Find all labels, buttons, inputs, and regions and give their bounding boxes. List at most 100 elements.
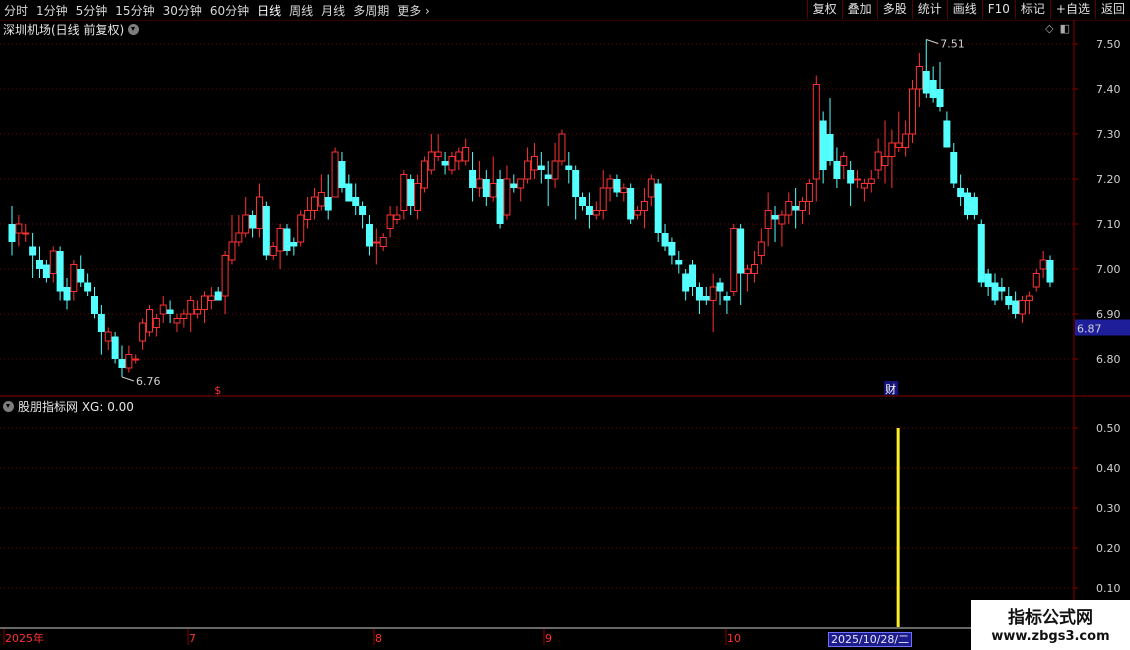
candle-body [764, 210, 772, 229]
candle-body [579, 197, 587, 206]
candle-body [964, 192, 972, 215]
candle-body [1019, 300, 1027, 315]
date-axis-label: 7 [189, 632, 196, 645]
candle-body [159, 304, 167, 315]
selected-date-label: 2025/10/28/二 [828, 632, 913, 647]
candle-body [902, 133, 910, 148]
candle-body [785, 201, 793, 216]
event-marker-finance: 财 [885, 382, 896, 396]
high-marker-line [926, 39, 939, 44]
candle-body [262, 206, 270, 256]
candle-body [352, 197, 360, 206]
candle-body [372, 241, 380, 244]
candle-body [613, 179, 621, 193]
candle-body [400, 174, 408, 211]
indicator-y-label: 0.10 [1096, 582, 1121, 595]
candle-body [647, 178, 655, 198]
candle-body [634, 210, 642, 216]
chart-canvas[interactable]: 7.50 7.40 7.30 7.20 7.10 7.00 6.90 6.80 7.51 6.76… [0, 0, 1130, 650]
candle-body [812, 84, 820, 180]
candle-body [242, 214, 250, 234]
candle-body [792, 206, 800, 211]
candle-body [214, 291, 222, 301]
candle-body [909, 88, 917, 135]
candle-body [860, 183, 868, 189]
candle-body [915, 66, 923, 90]
candle-body [249, 215, 257, 229]
candle-body [448, 156, 456, 171]
date-axis-label: 2025年 [5, 631, 44, 645]
candle-body [194, 309, 202, 315]
candle-body [654, 183, 662, 233]
candle-body [166, 309, 174, 314]
candle-body [84, 282, 92, 292]
candle-body [709, 286, 717, 301]
y-tick-label: 7.00 [1096, 263, 1121, 276]
date-axis-label: 10 [727, 632, 741, 645]
candle-body [118, 359, 126, 368]
candle-body [283, 228, 291, 251]
candle-body [145, 309, 153, 333]
candle-body [1005, 296, 1013, 305]
watermark-logo: 指标公式网 www.zbgs3.com [971, 600, 1130, 650]
event-marker-dividend: $ [214, 384, 221, 397]
candle-body [420, 160, 428, 189]
candle-body [668, 242, 676, 256]
candle-body [1025, 295, 1033, 301]
candle-body [104, 331, 112, 342]
candle-body [950, 152, 958, 184]
candle-body [304, 210, 312, 220]
candle-body [799, 201, 807, 211]
indicator-y-label: 0.20 [1096, 542, 1121, 555]
current-price-label: 6.87 [1077, 323, 1102, 336]
candle-body [90, 296, 98, 314]
candle-body [331, 151, 339, 198]
candle-body [888, 142, 896, 157]
candle-body [290, 242, 298, 247]
candle-body [139, 322, 147, 342]
candle-body [702, 296, 710, 301]
candle-body [943, 120, 951, 148]
candle-body [393, 214, 401, 220]
candle-body [200, 295, 208, 310]
candle-body [455, 151, 463, 162]
candle-body [537, 165, 545, 170]
candle-body [63, 287, 71, 301]
candle-body [819, 120, 827, 170]
candle-body [235, 232, 243, 243]
y-tick-label: 7.20 [1096, 173, 1121, 186]
candle-body [833, 161, 841, 179]
candle-body [29, 246, 37, 256]
candle-body [297, 214, 305, 243]
candle-body [386, 214, 394, 229]
candle-body [675, 260, 683, 265]
candle-body [1012, 300, 1020, 314]
candle-body [503, 178, 511, 216]
candle-body [991, 282, 999, 301]
candle-body [778, 214, 786, 225]
candle-body [977, 224, 985, 283]
candle-body [750, 264, 758, 274]
y-tick-label: 7.10 [1096, 218, 1121, 231]
candle-body [599, 187, 607, 211]
indicator-y-label: 0.40 [1096, 462, 1121, 475]
candle-body [324, 197, 332, 211]
candle-body [482, 179, 490, 197]
candle-body [111, 336, 119, 359]
candle-body [317, 192, 325, 207]
y-tick-label: 6.80 [1096, 353, 1121, 366]
candle-body [1032, 273, 1040, 288]
candle-body [517, 178, 525, 189]
candle-body [936, 89, 944, 107]
candle-body [462, 147, 470, 162]
candle-body [530, 156, 538, 171]
candle-body [695, 287, 703, 301]
candle-body [35, 260, 43, 269]
candle-body [489, 183, 497, 198]
candle-body [620, 187, 628, 193]
candle-body [496, 179, 504, 224]
candle-body [187, 300, 195, 315]
candle-body [338, 161, 346, 188]
candle-body [359, 206, 367, 215]
low-marker-line [121, 376, 135, 382]
